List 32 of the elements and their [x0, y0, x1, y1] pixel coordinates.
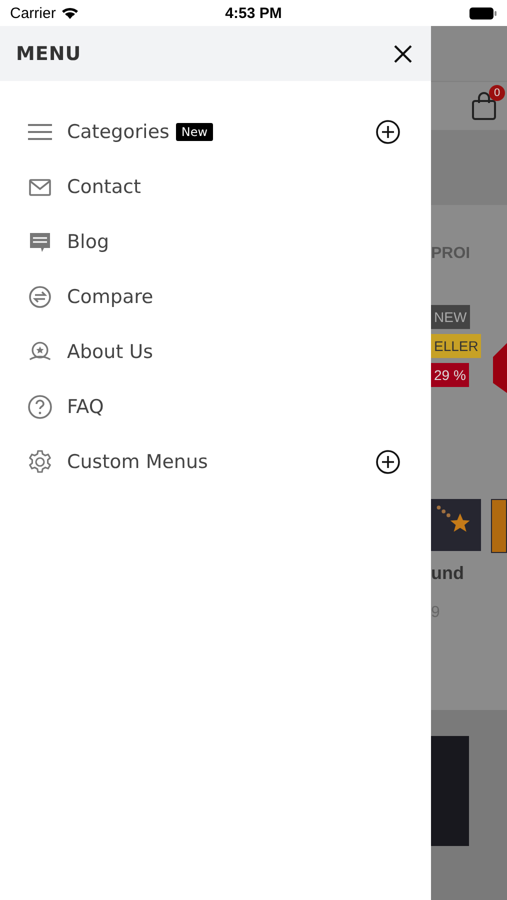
expand-icon[interactable] — [375, 448, 401, 474]
battery-icon — [469, 6, 497, 20]
product-badge: NEW — [431, 305, 470, 329]
menu-item-label: Blog — [67, 230, 109, 252]
expand-icon[interactable] — [375, 118, 401, 144]
product-badge: ELLER — [431, 334, 482, 358]
menu-item[interactable]: FAQ — [0, 379, 431, 434]
menu-title: MENU — [16, 42, 82, 64]
clock-time: 4:53 PM — [225, 4, 282, 22]
menu-item[interactable]: Blog — [0, 214, 431, 269]
swap-icon — [27, 284, 53, 310]
menu-item-label: Compare — [67, 286, 154, 308]
menu-item-label: Custom Menus — [67, 450, 208, 472]
product-thumbnail — [491, 499, 507, 553]
menu-item[interactable]: Compare — [0, 269, 431, 324]
product-badge: 29 % — [431, 363, 469, 387]
menu-item-label: Categories — [67, 120, 170, 142]
menu-item[interactable]: About Us — [0, 324, 431, 379]
menu-item-label: Contact — [67, 176, 141, 198]
ribbon-shape — [493, 343, 507, 393]
menu-item[interactable]: Contact — [0, 159, 431, 214]
menu-item-label: About Us — [67, 340, 154, 362]
carrier-label: Carrier — [10, 4, 56, 22]
menu-item[interactable]: Custom Menus — [0, 434, 431, 489]
wifi-icon — [60, 6, 79, 20]
product-title: und — [431, 563, 465, 584]
menu-item[interactable]: Categories New — [0, 104, 431, 159]
settings-icon — [27, 448, 53, 474]
menu-item-label: FAQ — [67, 396, 104, 418]
help-icon — [27, 394, 53, 420]
new-badge: New — [176, 122, 213, 140]
cart-count: 0 — [489, 85, 505, 101]
